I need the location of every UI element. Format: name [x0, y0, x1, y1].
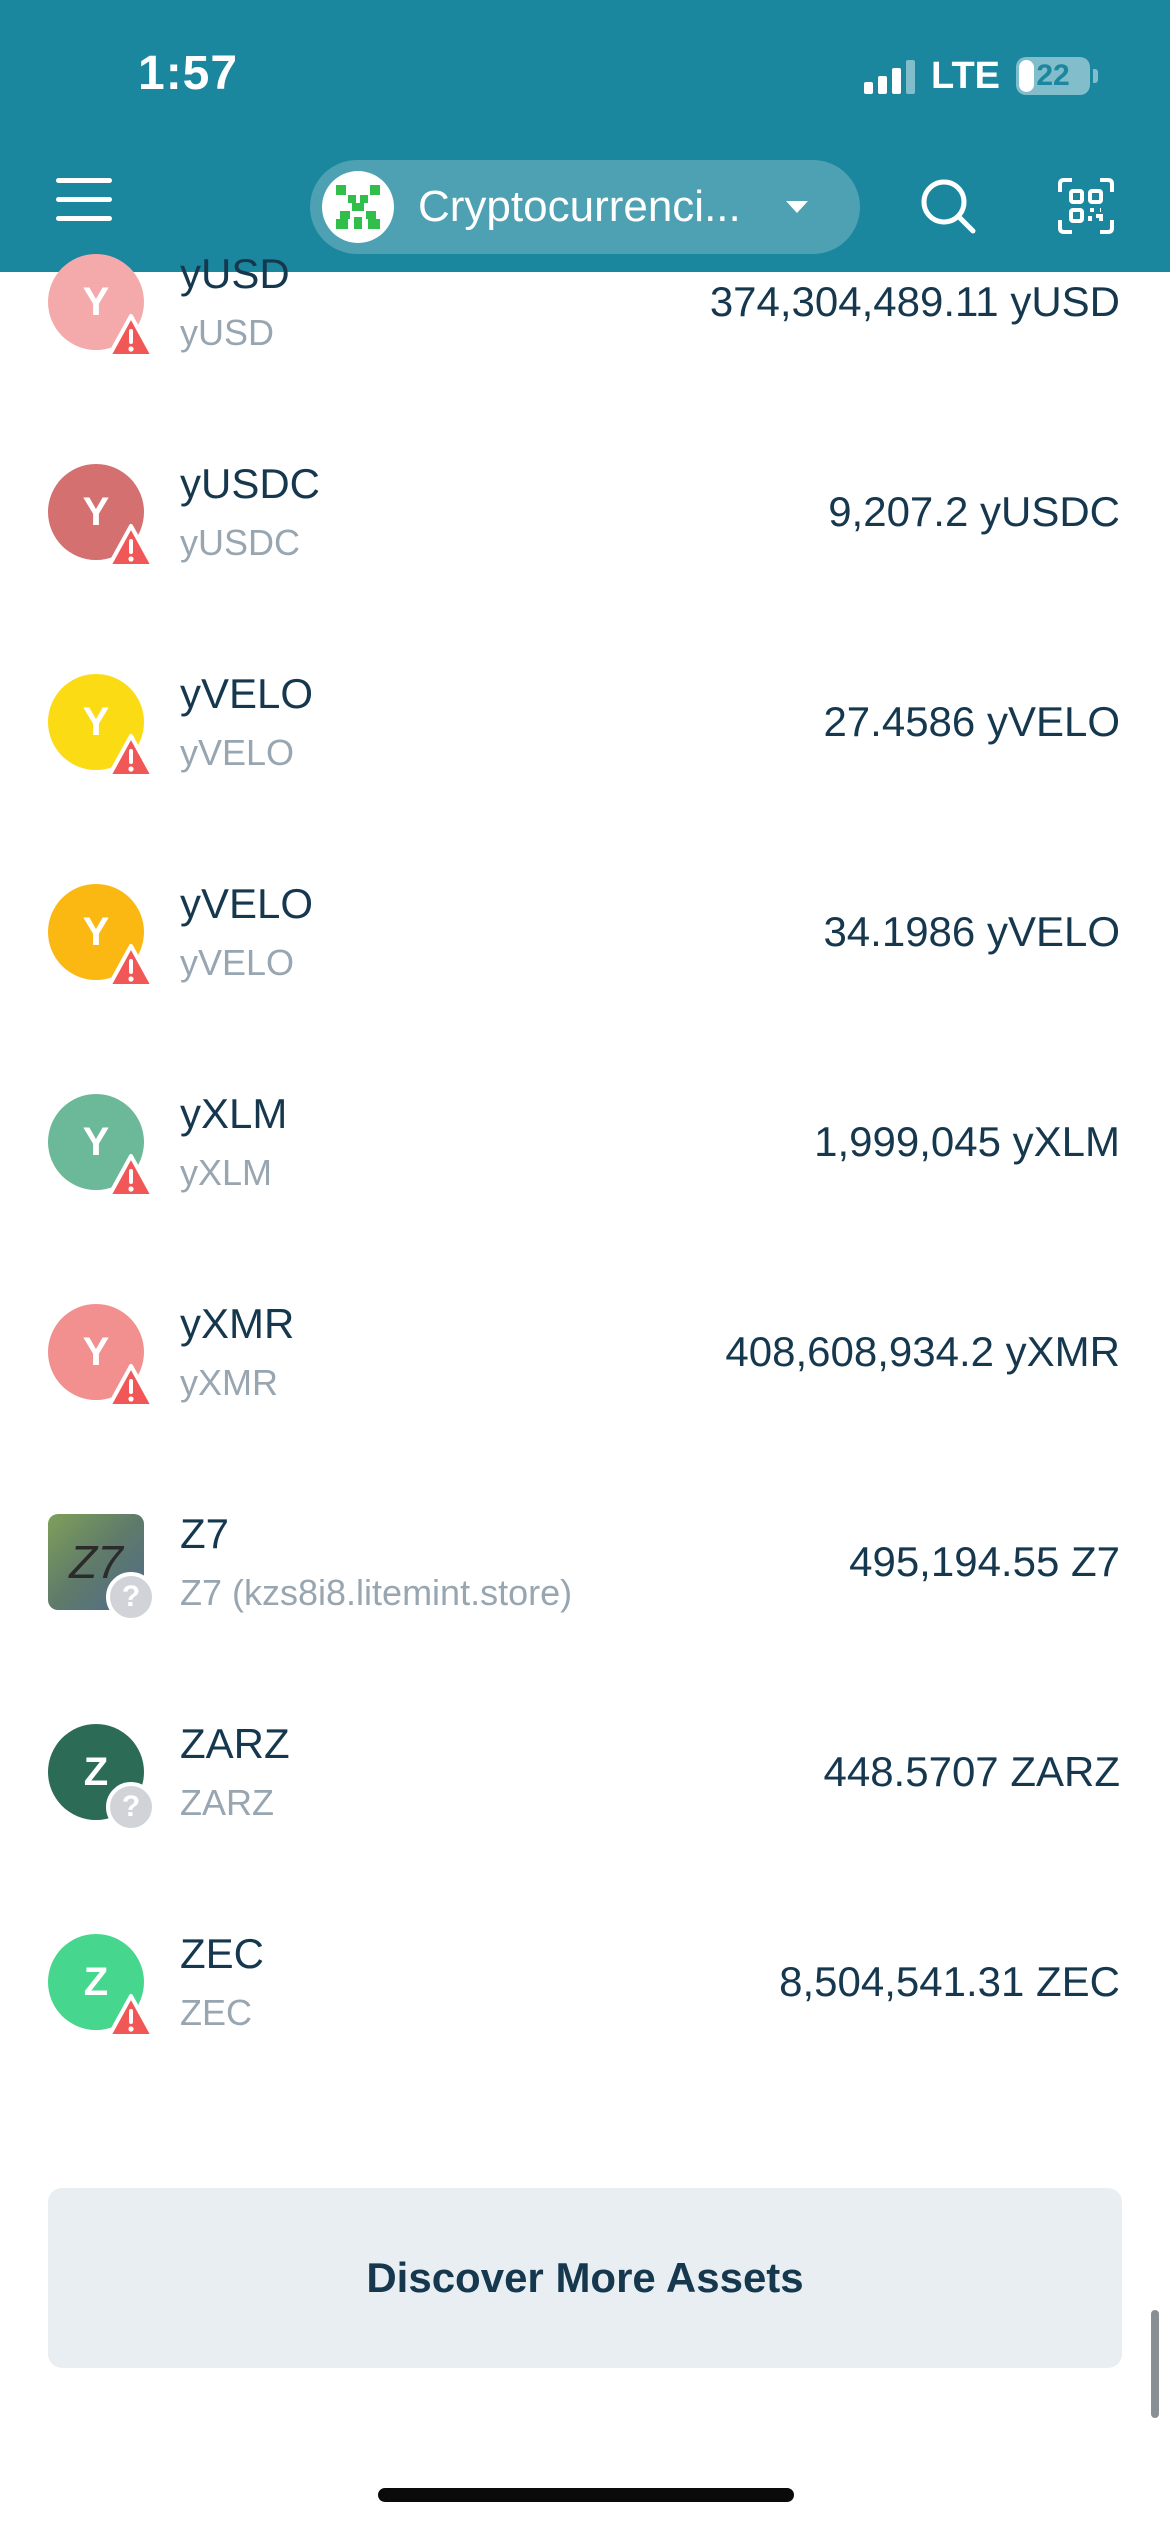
status-indicators: LTE 22 [864, 52, 1098, 100]
asset-row[interactable]: YyXLM yXLM 1,999,045 yXLM [0, 1046, 1170, 1256]
asset-issuer: yVELO [180, 942, 295, 983]
asset-balance: 9,207.2 yUSDC [828, 488, 1120, 535]
asset-row[interactable]: Z7? Z7 Z7 (kzs8i8.litemint.store) 495,194.5… [0, 1466, 1170, 1676]
asset-code: yXLM [180, 1090, 288, 1137]
asset-balance: 448.5707 ZARZ [823, 1748, 1120, 1795]
asset-issuer: yXLM [180, 1152, 273, 1193]
asset-issuer: yUSD [180, 312, 275, 353]
warning-icon [106, 1362, 156, 1412]
asset-issuer: yUSDC [180, 522, 301, 563]
asset-row[interactable]: YyVELO yVELO 34.1986 yVELO [0, 836, 1170, 1046]
status-time: 1:57 [138, 47, 239, 100]
asset-balance: 27.4586 yVELO [823, 698, 1120, 745]
asset-code: ZEC [180, 1930, 264, 1977]
asset-balance: 1,999,045 yXLM [814, 1118, 1120, 1165]
asset-code: ZARZ [180, 1720, 290, 1767]
network-type: LTE [931, 54, 1000, 97]
warning-icon [106, 732, 156, 782]
asset-code: yXMR [180, 1300, 295, 1347]
asset-issuer: Z7 (kzs8i8.litemint.store) [180, 1572, 573, 1613]
battery-level: 22 [1036, 59, 1070, 92]
scrollbar[interactable] [1151, 2310, 1159, 2418]
warning-icon [106, 1992, 156, 2042]
warning-icon [106, 942, 156, 992]
asset-row[interactable]: Z ZEC ZEC 8,504,541.31 ZEC [0, 1886, 1170, 2096]
asset-code: yVELO [180, 880, 314, 927]
asset-balance: 8,504,541.31 ZEC [779, 1958, 1120, 2005]
asset-code: yVELO [180, 670, 314, 717]
asset-row[interactable]: YyUSD yUSD 374,304,489.11 yUSD [0, 206, 1170, 416]
asset-balance: 408,608,934.2 yXMR [725, 1328, 1120, 1375]
asset-row[interactable]: Z? ZARZ ZARZ 448.5707 ZARZ [0, 1676, 1170, 1886]
asset-row[interactable]: YyXMR yXMR 408,608,934.2 yXMR [0, 1256, 1170, 1466]
asset-issuer: yVELO [180, 732, 295, 773]
asset-row[interactable]: YyVELO yVELO 27.4586 yVELO [0, 626, 1170, 836]
asset-code: Z7 [180, 1510, 230, 1557]
discover-more-assets-button[interactable]: Discover More Assets [48, 2188, 1122, 2368]
warning-icon [106, 522, 156, 572]
asset-balance: 34.1986 yVELO [823, 908, 1120, 955]
asset-issuer: yXMR [180, 1362, 278, 1403]
warning-icon [106, 312, 156, 362]
asset-code: yUSDC [180, 460, 321, 507]
asset-balance: 495,194.55 Z7 [849, 1538, 1120, 1585]
question-icon: ? [106, 1572, 156, 1622]
asset-issuer: ZARZ [180, 1782, 274, 1823]
warning-icon [106, 1152, 156, 1202]
asset-code: yUSD [180, 250, 290, 297]
battery-icon: 22 [1016, 57, 1098, 95]
asset-balance: 374,304,489.11 yUSD [709, 278, 1120, 325]
asset-row[interactable]: YyUSDC yUSDC 9,207.2 yUSDC [0, 416, 1170, 626]
question-icon: ? [106, 1782, 156, 1832]
home-indicator[interactable] [378, 2488, 794, 2502]
asset-issuer: ZEC [180, 1992, 252, 2033]
signal-icon [864, 58, 916, 94]
